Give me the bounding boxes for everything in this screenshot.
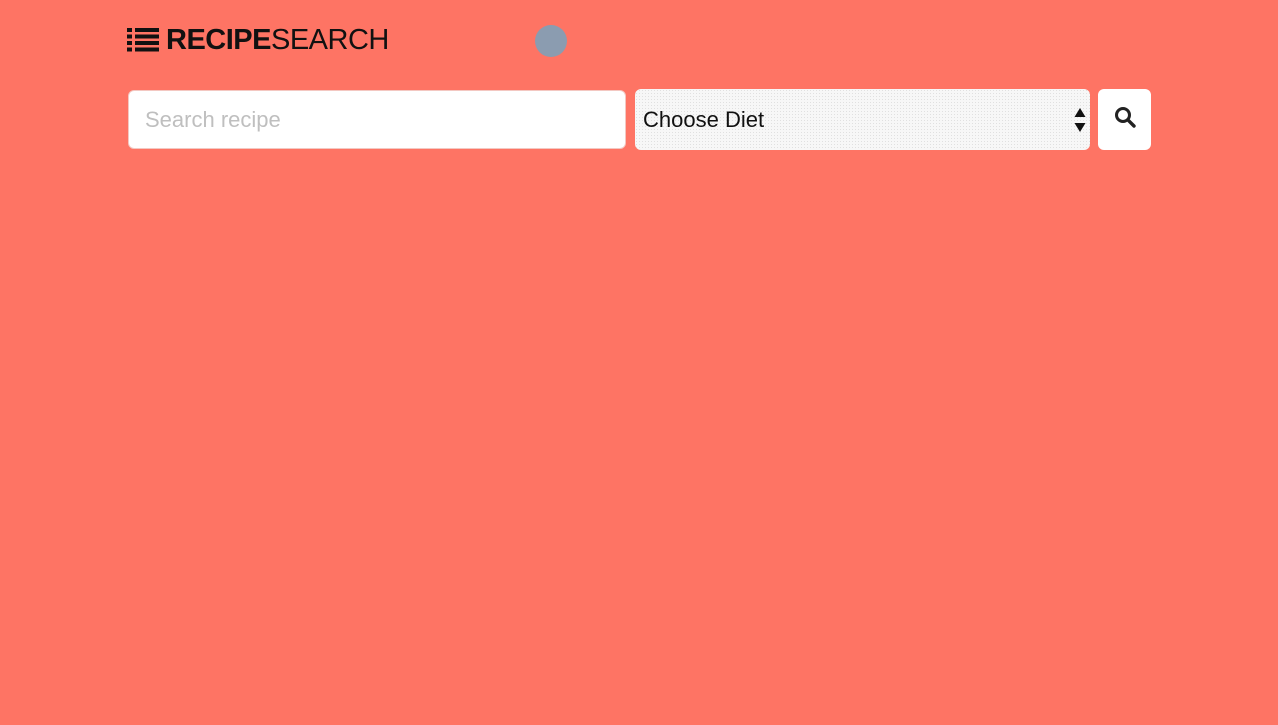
logo-light-text: SEARCH <box>270 24 389 56</box>
search-button[interactable] <box>1098 89 1151 150</box>
app-logo[interactable]: RECIPESEARCH <box>166 22 389 58</box>
search-icon <box>1114 106 1136 133</box>
logo-bold-text: RECIPE <box>166 24 271 56</box>
search-form: Choose Diet <box>128 89 1151 150</box>
diet-select-value: Choose Diet <box>643 106 765 132</box>
up-down-arrows-icon <box>1074 107 1086 133</box>
app-header: RECIPESEARCH <box>127 22 389 58</box>
list-icon <box>127 27 159 53</box>
status-indicator <box>535 25 567 57</box>
search-input[interactable] <box>128 90 626 149</box>
page: RECIPESEARCH Choose Diet <box>0 0 1278 725</box>
diet-select[interactable]: Choose Diet <box>635 89 1090 150</box>
